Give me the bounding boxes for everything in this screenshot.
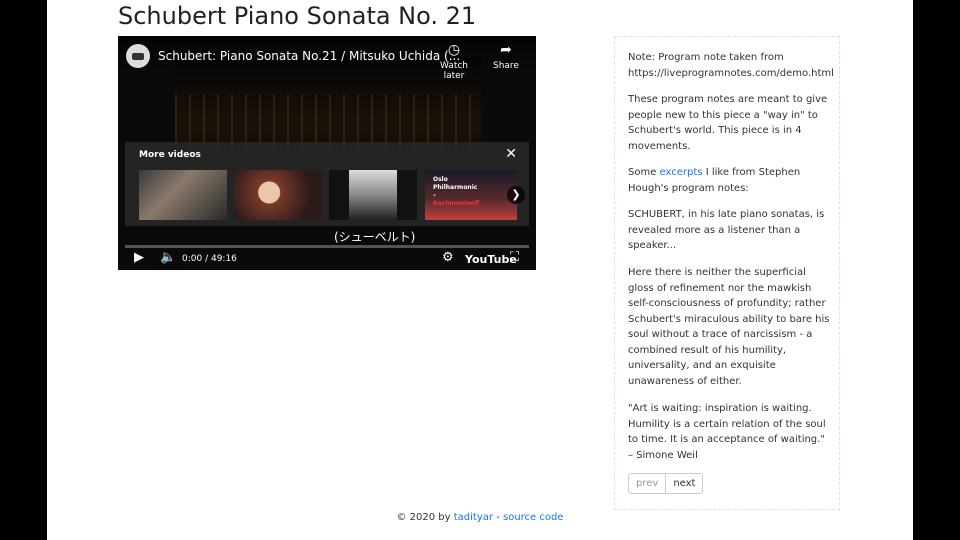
more-videos-panel: More videos ✕ Oslo Philharmonic – Rachma…: [125, 142, 529, 226]
player-controls: ▶ 🔈 0:00 / 49:16 ⚙ YouTube ⛶: [118, 248, 536, 270]
share-icon: ➦: [500, 42, 512, 58]
close-icon[interactable]: ✕: [505, 146, 517, 162]
page-container: Schubert Piano Sonata No. 21 Schubert: P…: [47, 0, 913, 540]
fullscreen-icon[interactable]: ⛶: [510, 250, 519, 265]
more-videos-label: More videos: [139, 150, 201, 160]
program-notes-panel: Note: Program note taken from https://li…: [614, 36, 840, 510]
video-title[interactable]: Schubert: Piano Sonata No.21 / Mitsuko U…: [158, 49, 460, 63]
chevron-right-icon[interactable]: ❯: [507, 186, 525, 204]
thumbnail-text: Oslo: [433, 176, 448, 183]
watch-later-button[interactable]: ◷ Watch later: [429, 42, 479, 81]
footer-text: © 2020 by: [396, 512, 454, 523]
volume-icon[interactable]: 🔈: [160, 250, 176, 265]
source-code-link[interactable]: source code: [503, 512, 564, 523]
share-button[interactable]: ➦ Share: [491, 42, 521, 71]
play-icon[interactable]: ▶: [134, 250, 144, 265]
excerpts-link[interactable]: excerpts: [660, 167, 703, 178]
note-paragraph: Here there is neither the superficial gl…: [628, 267, 830, 387]
note-paragraph: These program notes are meant to give pe…: [628, 94, 828, 152]
video-caption: (シューベルト): [334, 230, 416, 244]
video-thumbnail[interactable]: [139, 170, 227, 220]
next-button[interactable]: next: [666, 473, 704, 494]
note-paragraph: SCHUBERT, in his late piano sonatas, is …: [628, 209, 825, 251]
page-title: Schubert Piano Sonata No. 21: [118, 2, 477, 30]
video-thumbnail[interactable]: [329, 170, 417, 220]
pagination: prev next: [628, 473, 704, 494]
video-player[interactable]: Schubert: Piano Sonata No.21 / Mitsuko U…: [118, 36, 536, 270]
note-paragraph: Some excerpts I like from Stephen Hough'…: [628, 165, 832, 196]
channel-avatar[interactable]: [126, 44, 150, 68]
footer: © 2020 by tadityar - source code: [47, 512, 913, 523]
thumbnail-text: Rachmaninoff: [433, 200, 480, 207]
video-thumbnail[interactable]: Oslo Philharmonic – Rachmaninoff: [425, 170, 517, 220]
note-source: Note: Program note taken from https://li…: [628, 52, 834, 79]
thumbnail-text: –: [433, 192, 436, 199]
gear-icon[interactable]: ⚙: [442, 250, 454, 265]
video-thumbnail[interactable]: [234, 170, 322, 220]
time-display: 0:00 / 49:16: [182, 254, 237, 264]
author-link[interactable]: tadityar: [454, 512, 493, 523]
prev-button[interactable]: prev: [628, 473, 667, 494]
clock-icon: ◷: [447, 42, 461, 58]
footer-separator: -: [493, 512, 503, 523]
share-label: Share: [493, 61, 519, 71]
thumbnail-text: Philharmonic: [433, 184, 478, 191]
note-quote: "Art is waiting: inspiration is waiting.…: [628, 403, 826, 461]
note-text: Some: [628, 167, 660, 178]
watch-later-label: Watch later: [439, 61, 469, 81]
